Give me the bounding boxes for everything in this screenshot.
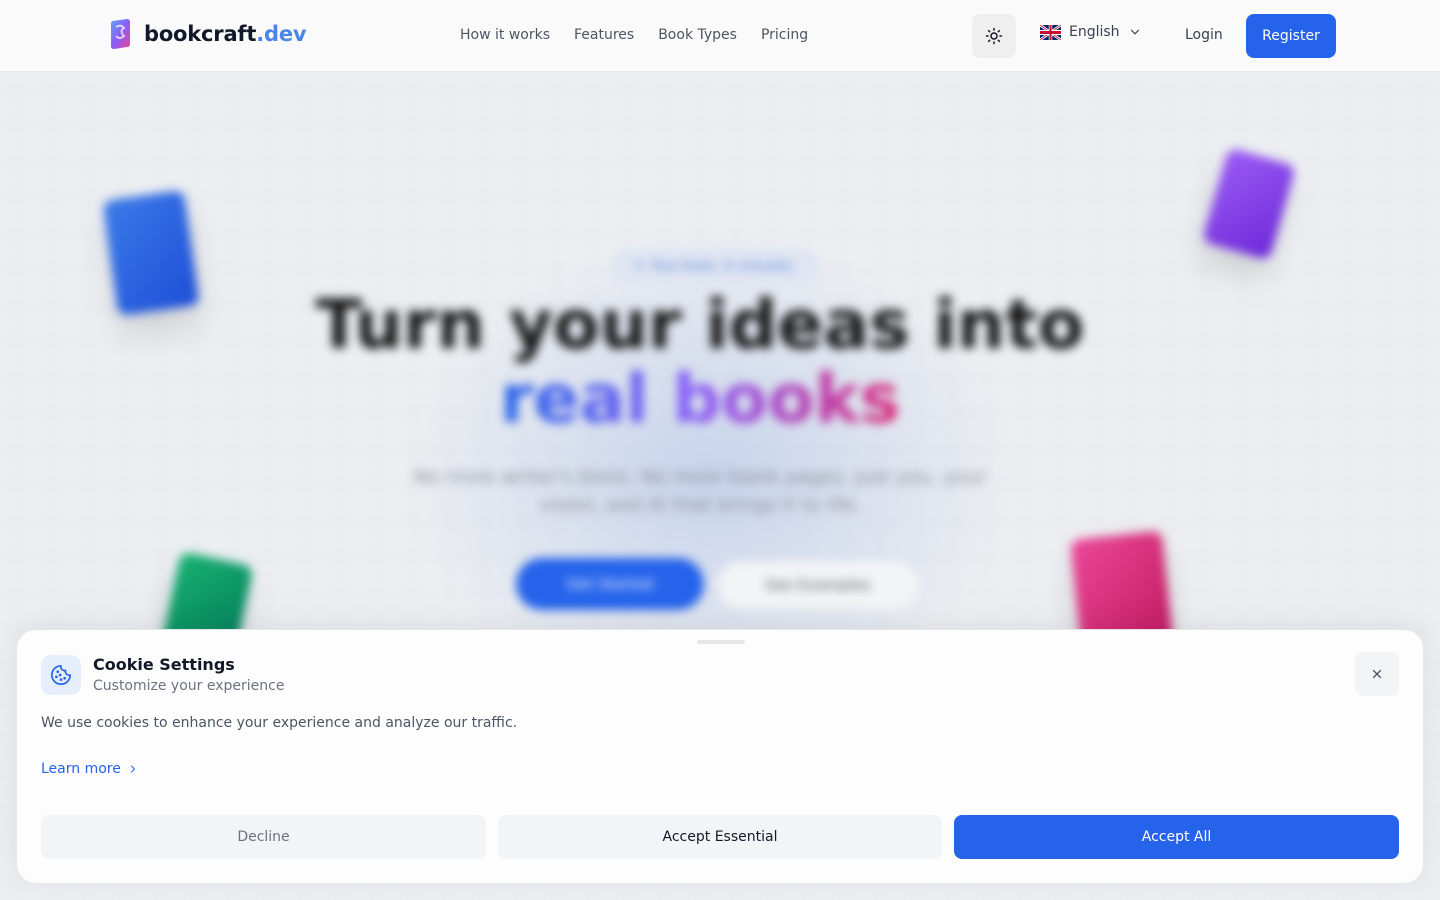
cookie-subtitle: Customize your experience xyxy=(93,678,285,694)
close-button[interactable] xyxy=(1355,652,1399,696)
hero-title-line1: Turn your ideas into xyxy=(315,286,1085,365)
learn-more-link[interactable]: Learn more xyxy=(41,761,139,777)
nav-features[interactable]: Features xyxy=(562,24,646,46)
uk-flag-icon xyxy=(1040,24,1061,40)
nav-book-types[interactable]: Book Types xyxy=(646,24,749,46)
chevron-right-icon xyxy=(130,765,136,773)
language-label: English xyxy=(1069,24,1120,40)
nav-how-it-works[interactable]: How it works xyxy=(448,24,562,46)
hero-title-line2: real books xyxy=(499,360,901,439)
hero-badge: ✎ Your book. In minutes. xyxy=(610,249,820,283)
logo-name: bookcraft xyxy=(144,22,257,46)
accept-all-button[interactable]: Accept All xyxy=(954,815,1399,859)
theme-toggle-button[interactable] xyxy=(972,14,1016,58)
logo-icon xyxy=(111,19,130,49)
site-header: bookcraft.dev How it works Features Book… xyxy=(0,0,1440,72)
get-started-button[interactable]: Get Started xyxy=(516,558,704,610)
hero-badge-label: Your book. In minutes. xyxy=(651,258,796,274)
see-examples-button[interactable]: See Examples xyxy=(718,561,918,609)
register-button[interactable]: Register xyxy=(1246,14,1336,58)
drag-handle[interactable] xyxy=(697,640,745,644)
cookie-settings-panel: Cookie Settings Customize your experienc… xyxy=(16,629,1424,884)
learn-more-label: Learn more xyxy=(41,761,121,777)
cookie-icon xyxy=(41,655,81,695)
cookie-title: Cookie Settings xyxy=(93,655,235,674)
close-icon xyxy=(1372,669,1382,679)
floating-book-purple xyxy=(1201,147,1297,261)
accept-essential-button[interactable]: Accept Essential xyxy=(498,815,942,859)
sun-icon xyxy=(985,27,1003,45)
hero-subtitle: No more writer's block. No more blank pa… xyxy=(414,466,986,516)
login-link[interactable]: Login xyxy=(1172,24,1236,46)
nav-pricing[interactable]: Pricing xyxy=(749,24,820,46)
sparkle-icon: ✎ xyxy=(634,258,646,274)
chevron-down-icon xyxy=(1130,29,1139,35)
main-nav: How it works Features Book Types Pricing xyxy=(448,24,820,46)
cookie-description: We use cookies to enhance your experienc… xyxy=(41,715,518,731)
language-selector[interactable]: English xyxy=(1040,24,1142,40)
logo-tld: .dev xyxy=(256,22,307,46)
hero-title: Turn your ideas into real books xyxy=(0,289,1420,437)
logo[interactable]: bookcraft.dev xyxy=(108,18,307,50)
decline-button[interactable]: Decline xyxy=(41,815,486,859)
